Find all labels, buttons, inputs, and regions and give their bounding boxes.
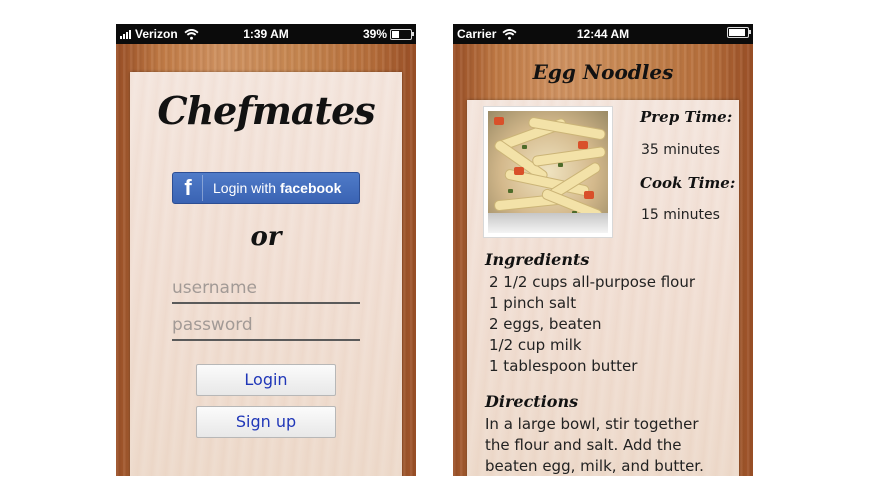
facebook-login-label: Login with facebook [213, 180, 341, 196]
password-field[interactable]: password [172, 315, 360, 341]
recipe-screen: Carrier 12:44 AM Egg Noodles Prep Time: … [453, 24, 753, 476]
battery-icon [390, 28, 414, 40]
cook-time-value: 15 minutes [641, 207, 720, 223]
recipe-title: Egg Noodles [532, 60, 674, 84]
ingredient-item: 1/2 cup milk [489, 336, 582, 354]
battery-percent: 39% [362, 27, 387, 41]
app-title: Chefmates [157, 88, 375, 133]
status-time: 12:44 AM [576, 27, 630, 41]
facebook-login-button[interactable]: f Login with facebook [172, 172, 360, 204]
noodles-image [488, 111, 608, 233]
ingredient-item: 1 pinch salt [489, 294, 577, 312]
status-bar: Verizon 1:39 AM 39% [116, 24, 416, 44]
prep-time-label: Prep Time: [640, 108, 733, 126]
cook-time-label: Cook Time: [640, 174, 736, 192]
ingredients-list: 2 1/2 cups all-purpose flour 1 pinch sal… [489, 272, 695, 377]
or-divider: or [250, 222, 282, 252]
status-bar: Carrier 12:44 AM [453, 24, 753, 44]
ingredient-item: 1 tablespoon butter [489, 357, 638, 375]
facebook-login-prefix: Login with [213, 180, 280, 196]
directions-heading: Directions [485, 392, 579, 411]
signup-button[interactable]: Sign up [196, 406, 336, 438]
ingredient-item: 2 eggs, beaten [489, 315, 602, 333]
facebook-icon: f [178, 175, 203, 201]
login-button[interactable]: Login [196, 364, 336, 396]
directions-text: In a large bowl, stir together the flour… [485, 415, 704, 475]
ingredient-item: 2 1/2 cups all-purpose flour [489, 273, 696, 291]
ingredients-heading: Ingredients [485, 250, 590, 269]
prep-time-value: 35 minutes [641, 142, 720, 158]
facebook-brand: facebook [279, 180, 342, 196]
battery-icon [727, 27, 751, 38]
username-field[interactable]: username [172, 278, 360, 304]
recipe-photo [483, 106, 613, 238]
login-screen: Verizon 1:39 AM 39% Chefmates f Login wi… [116, 24, 416, 476]
